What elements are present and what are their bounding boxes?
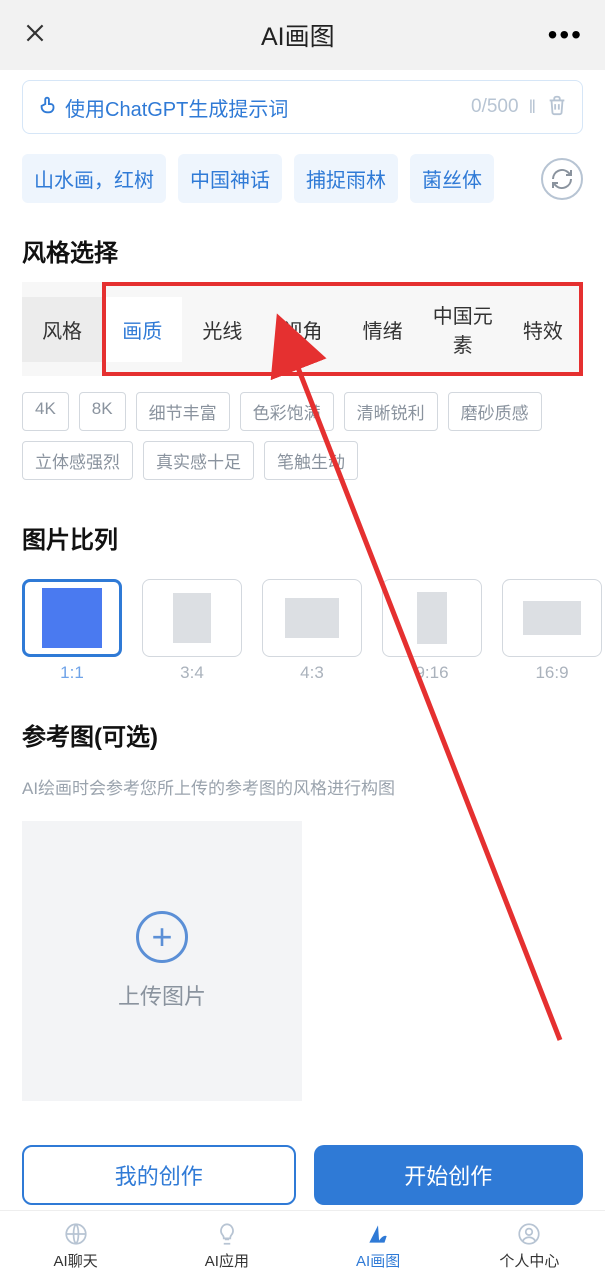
ratio-option[interactable]: 16:9 xyxy=(502,579,602,683)
quality-chip[interactable]: 4K xyxy=(22,392,69,431)
ref-subtext: AI绘画时会参考您所上传的参考图的风格进行构图 xyxy=(0,766,605,799)
style-tab[interactable]: 中国元素 xyxy=(423,282,503,376)
close-icon[interactable] xyxy=(22,20,48,51)
style-tab[interactable]: 情绪 xyxy=(343,297,423,362)
nav-label: AI聊天 xyxy=(54,1250,98,1271)
start-create-button[interactable]: 开始创作 xyxy=(314,1145,584,1205)
quality-chip[interactable]: 色彩饱满 xyxy=(240,392,334,431)
suggestion-chip[interactable]: 捕捉雨林 xyxy=(294,154,398,203)
nav-icon xyxy=(213,1220,241,1248)
nav-item[interactable]: 个人中心 xyxy=(454,1211,605,1280)
nav-label: AI画图 xyxy=(356,1250,400,1271)
quality-chip[interactable]: 真实感十足 xyxy=(143,441,254,480)
more-icon[interactable]: ••• xyxy=(548,19,583,51)
plus-circle-icon: + xyxy=(136,911,188,963)
suggestion-chip[interactable]: 山水画，红树 xyxy=(22,154,166,203)
my-works-button[interactable]: 我的创作 xyxy=(22,1145,296,1205)
page-title: AI画图 xyxy=(261,17,335,53)
quality-chip[interactable]: 笔触生动 xyxy=(264,441,358,480)
section-heading-style: 风格选择 xyxy=(0,203,605,282)
ratio-option[interactable]: 1:1 xyxy=(22,579,122,683)
section-heading-ref: 参考图(可选) xyxy=(0,683,605,766)
suggestion-chip[interactable]: 菌丝体 xyxy=(410,154,494,203)
nav-item[interactable]: AI聊天 xyxy=(0,1211,151,1280)
section-heading-ratio: 图片比列 xyxy=(0,480,605,569)
style-tab[interactable]: 风格 xyxy=(22,297,102,362)
nav-icon xyxy=(62,1220,90,1248)
quality-chip[interactable]: 8K xyxy=(79,392,126,431)
nav-item[interactable]: AI画图 xyxy=(303,1211,454,1280)
quality-chip[interactable]: 立体感强烈 xyxy=(22,441,133,480)
ratio-option[interactable]: 4:3 xyxy=(262,579,362,683)
nav-icon xyxy=(364,1220,392,1248)
quality-chip[interactable]: 清晰锐利 xyxy=(344,392,438,431)
upload-label: 上传图片 xyxy=(118,963,206,1011)
nav-icon xyxy=(515,1220,543,1248)
style-tab[interactable]: 特效 xyxy=(503,297,583,362)
char-counter: 0/500 xyxy=(471,96,519,118)
style-tab[interactable]: 光线 xyxy=(182,297,262,362)
trash-icon[interactable] xyxy=(546,94,568,121)
nav-label: AI应用 xyxy=(205,1250,249,1271)
suggestion-chip[interactable]: 中国神话 xyxy=(178,154,282,203)
quality-chip[interactable]: 细节丰富 xyxy=(136,392,230,431)
refresh-icon[interactable] xyxy=(541,158,583,200)
point-icon xyxy=(37,94,59,121)
nav-label: 个人中心 xyxy=(499,1250,559,1271)
nav-item[interactable]: AI应用 xyxy=(151,1211,302,1280)
upload-image-box[interactable]: + 上传图片 xyxy=(22,821,302,1101)
quality-chip[interactable]: 磨砂质感 xyxy=(448,392,542,431)
prompt-hint-text: 使用ChatGPT生成提示词 xyxy=(65,93,471,122)
pause-icon: ‖ xyxy=(529,97,536,118)
ratio-option[interactable]: 3:4 xyxy=(142,579,242,683)
prompt-hint-button[interactable]: 使用ChatGPT生成提示词 0/500 ‖ xyxy=(22,80,583,134)
style-tab[interactable]: 画质 xyxy=(102,297,182,362)
style-tab[interactable]: 视角 xyxy=(262,297,342,362)
ratio-option[interactable]: 9:16 xyxy=(382,579,482,683)
